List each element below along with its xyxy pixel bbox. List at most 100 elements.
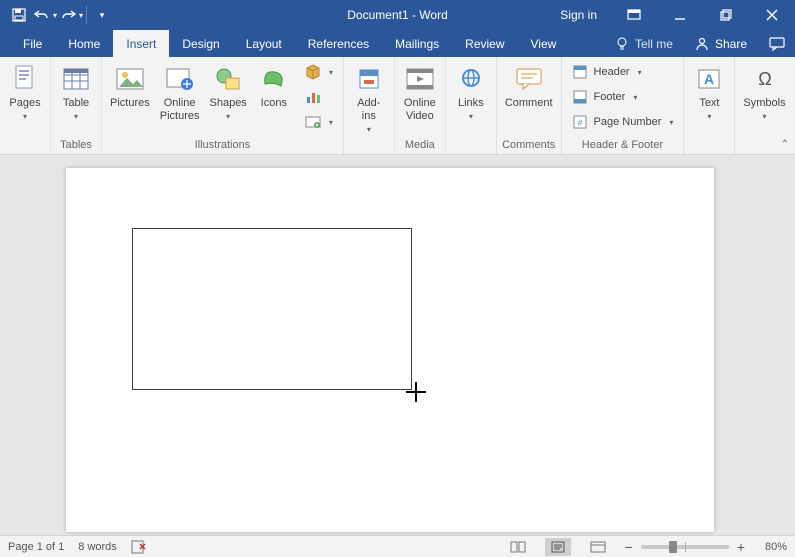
textbox-icon: A: [693, 63, 725, 95]
pages-icon: [9, 63, 41, 95]
tab-references[interactable]: References: [295, 30, 382, 57]
zoom-controls: − + 80%: [625, 539, 787, 555]
screenshot-button[interactable]: ▾: [301, 111, 337, 133]
text-label: Text: [699, 97, 719, 110]
comment-button[interactable]: Comment: [503, 61, 555, 110]
minimize-icon: [674, 9, 686, 21]
svg-text:#: #: [577, 118, 582, 128]
online-pictures-icon: [164, 63, 196, 95]
status-words[interactable]: 8 words: [78, 541, 117, 553]
minimize-button[interactable]: [657, 0, 703, 30]
table-label: Table: [63, 97, 89, 110]
status-bar: Page 1 of 1 8 words − + 80%: [0, 535, 795, 557]
tab-file[interactable]: File: [10, 30, 55, 57]
pages-label: Pages: [9, 97, 40, 110]
online-video-label: Online Video: [404, 97, 436, 123]
status-page[interactable]: Page 1 of 1: [8, 541, 64, 553]
print-layout-icon: [550, 541, 566, 553]
maximize-button[interactable]: [703, 0, 749, 30]
collapse-ribbon-button[interactable]: ⌃: [781, 139, 789, 150]
links-button[interactable]: Links ▾: [452, 61, 490, 121]
tab-design[interactable]: Design: [169, 30, 232, 57]
online-video-button[interactable]: Online Video: [401, 61, 439, 123]
status-proofing-button[interactable]: [131, 540, 147, 554]
feedback-icon: [769, 37, 785, 51]
read-mode-button[interactable]: [505, 538, 531, 556]
undo-icon: [33, 8, 51, 22]
footer-button[interactable]: Footer▾: [568, 86, 678, 108]
ribbon-display-icon: [627, 9, 641, 21]
header-label: Header: [594, 66, 630, 78]
quick-access-toolbar: ▾ ▾ ▾: [0, 0, 115, 30]
models-button[interactable]: ▾: [301, 61, 337, 83]
shapes-button[interactable]: Shapes ▾: [208, 61, 249, 121]
tab-mailings[interactable]: Mailings: [382, 30, 452, 57]
qat-customize-button[interactable]: ▾: [89, 0, 115, 30]
rectangle-shape[interactable]: [132, 228, 412, 390]
page-number-label: Page Number: [594, 116, 662, 128]
tell-me-search[interactable]: Tell me: [605, 30, 683, 57]
tab-insert[interactable]: Insert: [113, 30, 169, 57]
zoom-in-button[interactable]: +: [737, 539, 745, 555]
zoom-slider[interactable]: [641, 545, 729, 549]
header-button[interactable]: Header▾: [568, 61, 678, 83]
page-canvas[interactable]: [66, 168, 714, 532]
table-button[interactable]: Table ▾: [57, 61, 95, 121]
pages-button[interactable]: Pages ▾: [6, 61, 44, 121]
pictures-button[interactable]: Pictures: [108, 61, 152, 110]
screenshot-icon: [305, 114, 321, 130]
redo-button[interactable]: ▾: [58, 0, 84, 30]
text-button[interactable]: A Text ▾: [690, 61, 728, 121]
web-layout-button[interactable]: [585, 538, 611, 556]
link-icon: [455, 63, 487, 95]
footer-icon: [572, 89, 588, 105]
close-button[interactable]: [749, 0, 795, 30]
symbols-button[interactable]: Ω Symbols ▾: [741, 61, 787, 121]
zoom-out-button[interactable]: −: [625, 539, 633, 555]
addins-button[interactable]: Add- ins ▾: [350, 61, 388, 134]
group-comments-label: Comments: [497, 137, 561, 154]
feedback-button[interactable]: [759, 30, 795, 57]
share-icon: [695, 37, 709, 51]
ribbon-display-options-button[interactable]: [611, 0, 657, 30]
tab-review[interactable]: Review: [452, 30, 517, 57]
symbols-label: Symbols: [743, 97, 785, 110]
addins-icon: [353, 63, 385, 95]
chart-icon: [305, 89, 321, 105]
save-icon: [12, 8, 26, 22]
online-pictures-label: Online Pictures: [160, 97, 200, 123]
group-media-label: Media: [395, 137, 445, 154]
page-number-button[interactable]: # Page Number▾: [568, 111, 678, 133]
online-pictures-button[interactable]: Online Pictures: [158, 61, 202, 123]
addins-label: Add- ins: [357, 97, 380, 123]
redo-icon: [59, 8, 77, 22]
document-area[interactable]: [0, 155, 795, 535]
pictures-label: Pictures: [110, 97, 150, 110]
shapes-label: Shapes: [210, 97, 247, 110]
links-label: Links: [458, 97, 484, 110]
video-icon: [404, 63, 436, 95]
icons-button[interactable]: Icons: [255, 61, 293, 110]
chart-button[interactable]: [301, 86, 337, 108]
undo-button[interactable]: ▾: [32, 0, 58, 30]
icons-label: Icons: [261, 97, 287, 110]
cube-icon: [305, 64, 321, 80]
tab-layout[interactable]: Layout: [233, 30, 295, 57]
comment-icon: [513, 63, 545, 95]
print-layout-button[interactable]: [545, 538, 571, 556]
save-button[interactable]: [6, 0, 32, 30]
sign-in-button[interactable]: Sign in: [546, 0, 611, 30]
ribbon-tabs: File Home Insert Design Layout Reference…: [0, 30, 795, 57]
zoom-level[interactable]: 80%: [753, 541, 787, 553]
tab-view[interactable]: View: [518, 30, 570, 57]
tab-home[interactable]: Home: [55, 30, 113, 57]
web-layout-icon: [590, 541, 606, 553]
share-label: Share: [715, 37, 747, 51]
svg-text:A: A: [704, 71, 714, 87]
share-button[interactable]: Share: [683, 30, 759, 57]
shapes-icon: [212, 63, 244, 95]
lightbulb-icon: [615, 37, 629, 51]
icons-icon: [258, 63, 290, 95]
window-title: Document1 - Word: [347, 8, 447, 22]
omega-icon: Ω: [749, 63, 781, 95]
